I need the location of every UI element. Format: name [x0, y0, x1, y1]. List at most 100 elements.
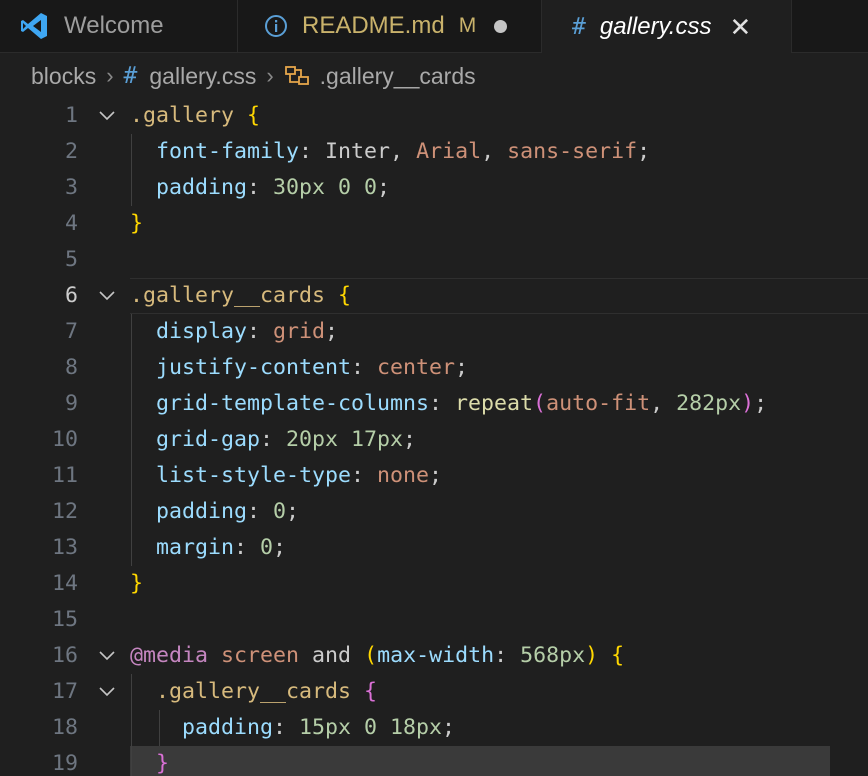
- code-token: ;: [377, 175, 391, 200]
- code-token: :: [429, 391, 456, 416]
- code-editor[interactable]: 1 .gallery {2 font-family: Inter, Arial, …: [0, 98, 868, 776]
- code-text: .gallery__cards {: [130, 674, 377, 710]
- indent-guide: [159, 710, 160, 746]
- code-token: {: [364, 679, 378, 704]
- tab-welcome[interactable]: Welcome: [0, 0, 238, 52]
- code-token: sans-serif: [507, 139, 638, 164]
- code-token: ;: [273, 535, 287, 560]
- code-line[interactable]: 4}: [0, 206, 868, 242]
- unsaved-dot-icon[interactable]: [494, 19, 508, 33]
- code-token: @media: [130, 643, 209, 668]
- indent-guide: [131, 134, 132, 206]
- css-hash-icon: #: [123, 63, 138, 89]
- breadcrumb-file[interactable]: gallery.css: [149, 63, 256, 90]
- code-token: repeat: [455, 391, 534, 416]
- code-token: {: [247, 103, 261, 128]
- code-token: :: [247, 175, 274, 200]
- css-hash-icon: #: [572, 13, 586, 40]
- indent-guide: [131, 314, 132, 566]
- code-token: :: [494, 643, 521, 668]
- code-text: padding: 30px 0 0;: [130, 170, 390, 206]
- code-token: (: [533, 391, 547, 416]
- code-token: grid: [273, 319, 326, 344]
- chevron-right-icon: ›: [266, 63, 274, 88]
- code-token: grid-template-columns: [130, 391, 430, 416]
- code-token: }: [130, 571, 144, 596]
- code-text: }: [130, 746, 169, 776]
- code-text: }: [130, 206, 143, 242]
- line-number: 7: [64, 319, 78, 344]
- code-text: justify-content: center;: [130, 350, 468, 386]
- breadcrumb: blocks › # gallery.css › .gallery__cards: [0, 53, 868, 99]
- close-icon[interactable]: ✕: [729, 14, 751, 40]
- code-token: 20px 17px: [286, 427, 404, 452]
- code-token: Inter: [325, 139, 391, 164]
- indent-guide: [131, 674, 132, 776]
- code-text: @media screen and (max-width: 568px) {: [130, 638, 624, 674]
- code-token: :: [299, 139, 326, 164]
- symbol-class-icon: [284, 64, 312, 88]
- code-line[interactable]: 16 @media screen and (max-width: 568px) {: [0, 638, 868, 674]
- line-number: 19: [51, 751, 78, 776]
- code-token: ;: [429, 463, 443, 488]
- code-text: .gallery {: [130, 98, 260, 134]
- code-text: grid-template-columns: repeat(auto-fit, …: [130, 386, 767, 422]
- code-text: font-family: Inter, Arial, sans-serif;: [130, 134, 650, 170]
- code-token: .gallery__cards: [130, 679, 352, 704]
- line-number: 14: [51, 571, 78, 596]
- code-token: screen: [221, 643, 300, 668]
- code-token: ;: [286, 499, 300, 524]
- chevron-right-icon: ›: [106, 63, 114, 88]
- code-line[interactable]: 14}: [0, 566, 868, 602]
- code-token: {: [611, 643, 625, 668]
- modified-badge: M: [458, 14, 477, 37]
- code-token: (: [364, 643, 378, 668]
- line-number: 13: [51, 535, 78, 560]
- line-number: 12: [51, 499, 78, 524]
- line-number: 18: [51, 715, 78, 740]
- chevron-down-icon[interactable]: [96, 278, 118, 314]
- breadcrumb-symbol[interactable]: .gallery__cards: [320, 63, 476, 90]
- code-token: .gallery__cards: [130, 283, 326, 308]
- line-number: 10: [51, 427, 78, 452]
- code-line[interactable]: 5: [0, 242, 868, 278]
- code-token: margin: [130, 535, 235, 560]
- code-token: ;: [325, 319, 339, 344]
- chevron-down-icon[interactable]: [96, 98, 118, 134]
- code-token: ,: [650, 391, 677, 416]
- line-number: 3: [64, 175, 78, 200]
- tab-readme[interactable]: README.md M: [238, 0, 542, 52]
- code-token: ): [741, 391, 755, 416]
- code-token: 0: [273, 499, 287, 524]
- code-token: auto-fit: [546, 391, 651, 416]
- code-line[interactable]: 1 .gallery {: [0, 98, 868, 134]
- tab-gallery-css[interactable]: # gallery.css ✕: [542, 0, 792, 53]
- code-token: ,: [390, 139, 417, 164]
- code-text: }: [130, 566, 143, 602]
- code-token: 15px 0 18px: [299, 715, 443, 740]
- line-number: 8: [64, 355, 78, 380]
- line-number: 1: [64, 103, 78, 128]
- vscode-icon: [18, 10, 50, 42]
- chevron-down-icon[interactable]: [96, 674, 118, 710]
- line-number: 11: [51, 463, 78, 488]
- code-token: ;: [442, 715, 456, 740]
- info-icon: [264, 14, 288, 38]
- chevron-down-icon[interactable]: [96, 638, 118, 674]
- tab-label: gallery.css: [599, 12, 712, 40]
- code-token: ): [585, 643, 599, 668]
- breadcrumb-folder[interactable]: blocks: [31, 63, 96, 90]
- code-token: :: [247, 499, 274, 524]
- code-line[interactable]: 15: [0, 602, 868, 638]
- code-line[interactable]: 6 .gallery__cards {: [0, 278, 868, 314]
- code-token: none: [377, 463, 430, 488]
- code-token: max-width: [377, 643, 495, 668]
- code-token: }: [130, 751, 170, 776]
- code-token: 568px: [520, 643, 586, 668]
- code-token: grid-gap: [130, 427, 261, 452]
- code-token: ,: [481, 139, 508, 164]
